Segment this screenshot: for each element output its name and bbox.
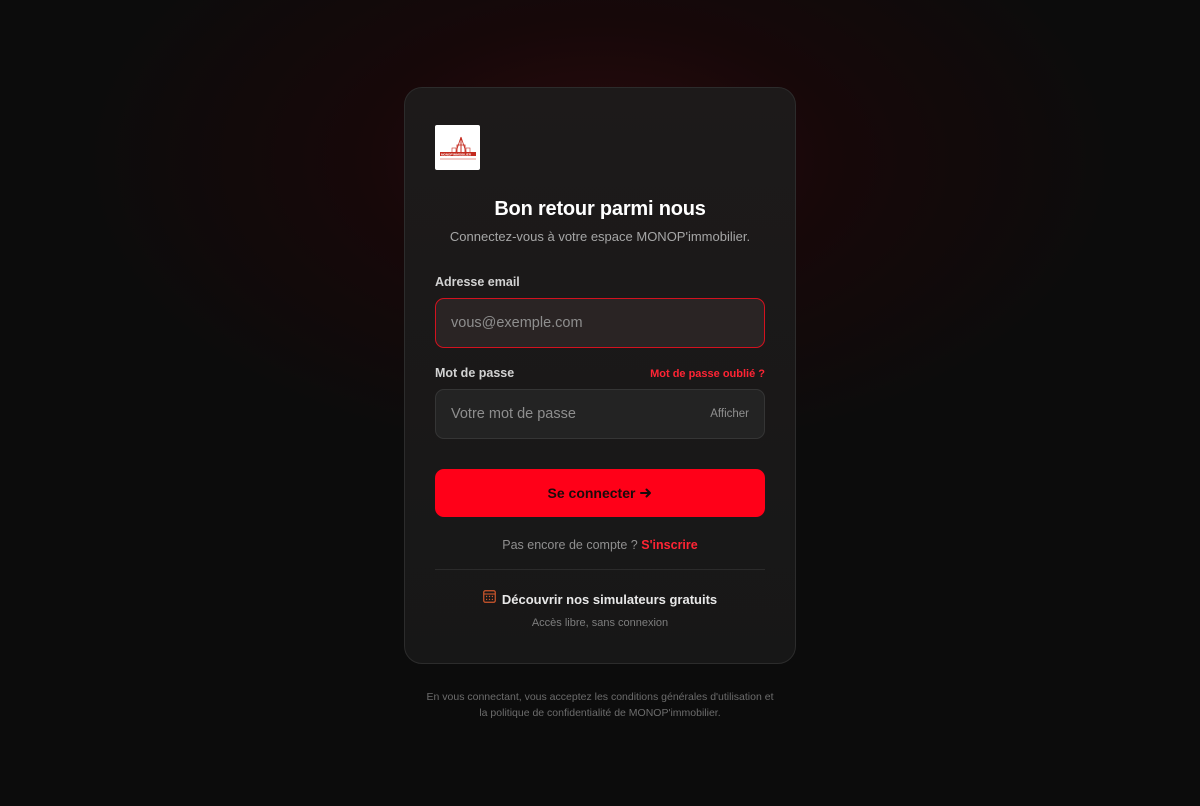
signup-row: Pas encore de compte ? S'inscrire xyxy=(435,538,765,552)
building-logo-icon: MONOP'IMMOBILIER xyxy=(439,136,476,159)
divider xyxy=(435,569,765,570)
email-label-row: Adresse email xyxy=(435,275,765,289)
calculator-icon xyxy=(483,590,496,608)
password-field-wrapper: Afficher xyxy=(435,389,765,439)
page-title: Bon retour parmi nous xyxy=(494,198,706,220)
password-label-row: Mot de passe Mot de passe oublié ? xyxy=(435,366,765,380)
login-card: MONOP'IMMOBILIER Bon retour parmi nous C… xyxy=(404,87,796,664)
signup-link[interactable]: S'inscrire xyxy=(641,538,697,552)
password-field[interactable] xyxy=(451,406,711,422)
login-button-label: Se connecter xyxy=(547,485,636,501)
brand-logo: MONOP'IMMOBILIER xyxy=(435,125,480,170)
simulators-label: Découvrir nos simulateurs gratuits xyxy=(501,591,718,607)
legal-line-2: la politique de confidentialité de MONOP… xyxy=(479,707,721,719)
forgot-password-link[interactable]: Mot de passe oublié ? xyxy=(650,368,765,380)
email-field-wrapper xyxy=(435,298,765,348)
svg-text:MONOP'IMMOBILIER: MONOP'IMMOBILIER xyxy=(441,152,472,156)
simulators-sublabel: Accès libre, sans connexion xyxy=(531,617,669,629)
simulators-link[interactable]: Découvrir nos simulateurs gratuits xyxy=(435,590,765,608)
signup-prompt: Pas encore de compte ? xyxy=(502,538,638,552)
legal-line-1: En vous connectant, vous acceptez les co… xyxy=(426,691,774,703)
show-password-button[interactable]: Afficher xyxy=(710,408,749,420)
legal-notice: En vous connectant, vous acceptez les co… xyxy=(400,689,800,721)
page-subtitle: Connectez-vous à votre espace MONOP'immo… xyxy=(449,229,751,244)
email-field[interactable] xyxy=(451,315,749,331)
arrow-right-icon xyxy=(640,485,652,501)
login-button[interactable]: Se connecter xyxy=(435,469,765,517)
password-label: Mot de passe xyxy=(435,366,515,380)
email-label: Adresse email xyxy=(435,275,520,289)
